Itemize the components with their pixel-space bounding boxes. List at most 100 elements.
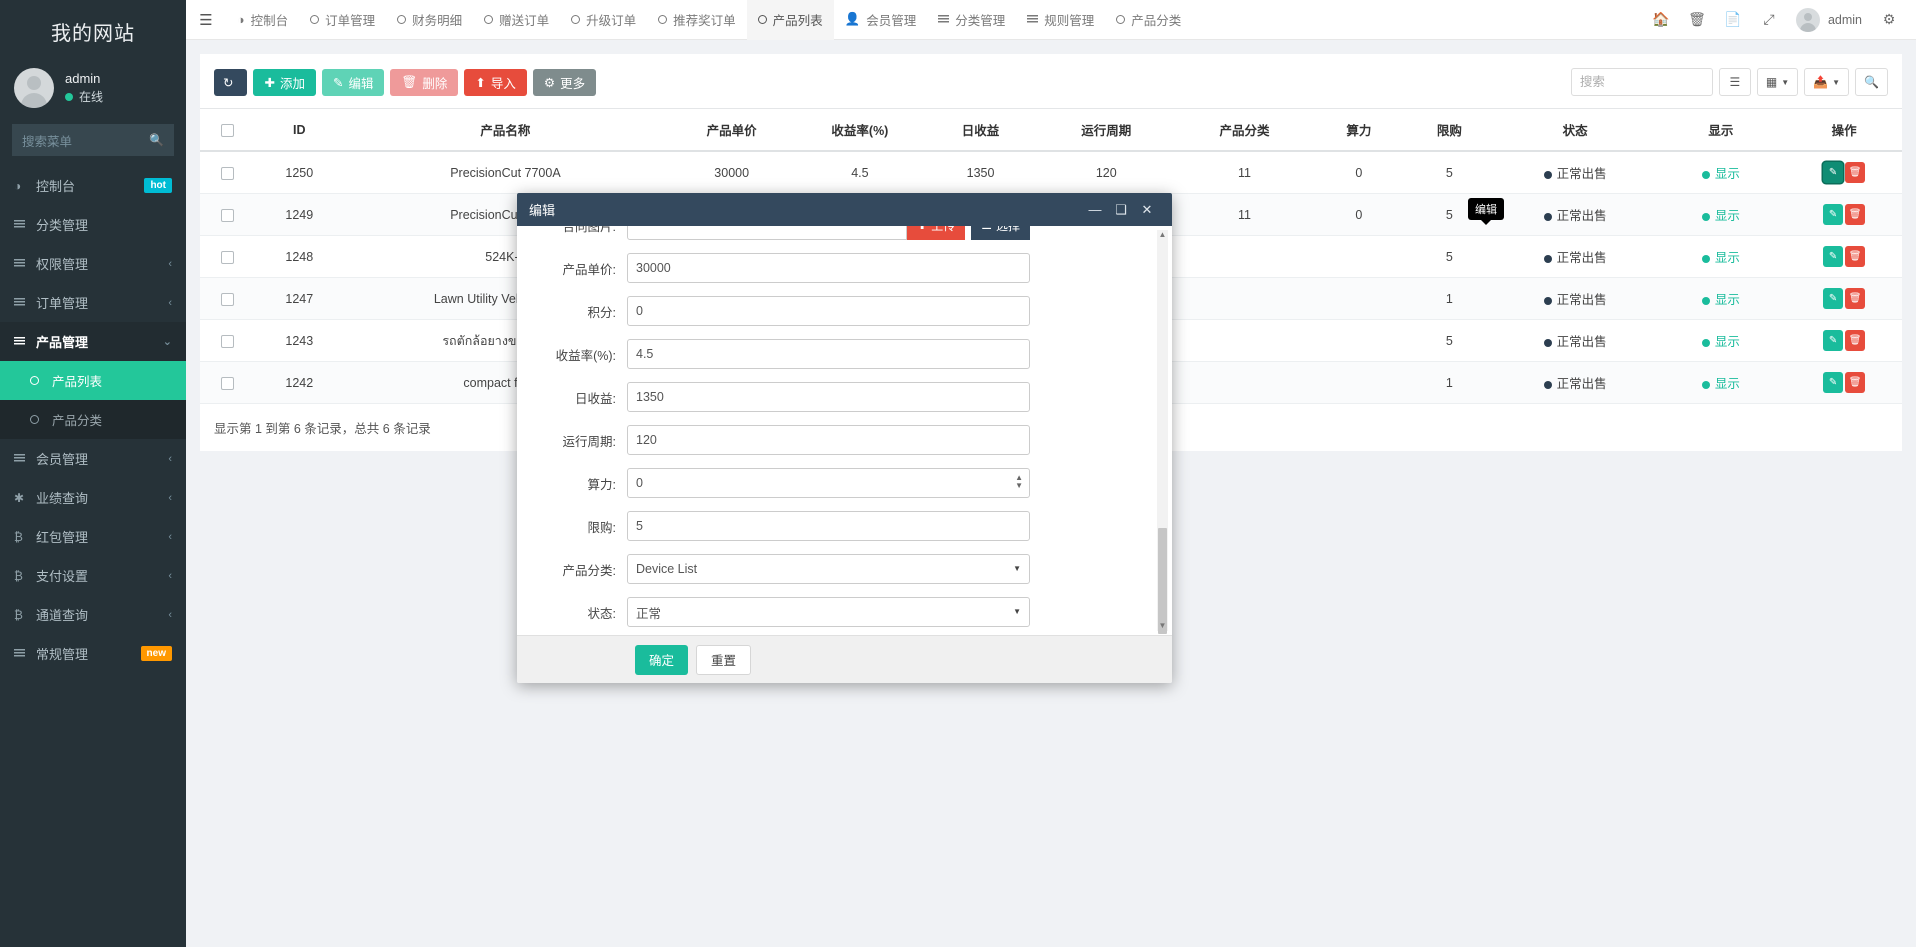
- row-select-cell[interactable]: [200, 362, 255, 404]
- export-icon[interactable]: 📤▼: [1804, 68, 1849, 96]
- text-input[interactable]: [627, 296, 1030, 326]
- row-edit-button[interactable]: ✎: [1823, 372, 1843, 393]
- text-input[interactable]: [627, 511, 1030, 541]
- row-checkbox[interactable]: [221, 293, 234, 306]
- sidebar-item-12[interactable]: 常规管理new: [0, 634, 186, 673]
- modal-reset-button[interactable]: 重置: [696, 645, 751, 675]
- tab-9[interactable]: 规则管理: [1016, 0, 1105, 40]
- row-delete-button[interactable]: 🗑: [1845, 204, 1865, 225]
- tab-2[interactable]: 财务明细: [386, 0, 473, 40]
- select-value-input[interactable]: [627, 597, 1030, 627]
- delete-button[interactable]: 🗑 删除: [390, 69, 458, 96]
- upload-path-input[interactable]: [627, 226, 907, 240]
- select-value-input[interactable]: [627, 554, 1030, 584]
- row-edit-button[interactable]: ✎: [1823, 288, 1843, 309]
- scroll-up-icon[interactable]: ▲: [1157, 230, 1168, 240]
- sidebar-item-4[interactable]: 产品管理⌄: [0, 322, 186, 361]
- tab-4[interactable]: 升级订单: [560, 0, 647, 40]
- tab-1[interactable]: 订单管理: [299, 0, 386, 40]
- sidebar-item-5[interactable]: 产品列表: [0, 361, 186, 400]
- upload-button[interactable]: ⬆上传: [907, 226, 965, 240]
- sidebar-item-0[interactable]: ◑控制台hot: [0, 166, 186, 205]
- add-button[interactable]: ✚ 添加: [253, 69, 316, 96]
- sidebar-item-6[interactable]: 产品分类: [0, 400, 186, 439]
- sidebar-search-input[interactable]: 搜索菜单 🔍: [12, 124, 174, 156]
- row-delete-button[interactable]: 🗑: [1845, 372, 1865, 393]
- cell-power-label: 0: [1355, 166, 1362, 180]
- refresh-button[interactable]: ↻: [214, 69, 247, 96]
- row-select-cell[interactable]: [200, 236, 255, 278]
- select-file-button[interactable]: ☰选择: [971, 226, 1030, 240]
- tab-10[interactable]: 产品分类: [1105, 0, 1192, 40]
- grid-icon[interactable]: ▦▼: [1757, 68, 1798, 96]
- search-icon[interactable]: 🔍: [149, 133, 164, 147]
- text-input[interactable]: [627, 425, 1030, 455]
- columns-icon[interactable]: ☰: [1719, 68, 1751, 96]
- hamburger-icon[interactable]: ☰: [186, 11, 226, 29]
- text-input[interactable]: [627, 253, 1030, 283]
- fullscreen-icon[interactable]: ⤢: [1752, 0, 1786, 40]
- search-icon[interactable]: 🔍: [1855, 68, 1888, 96]
- sidebar-item-3[interactable]: 订单管理‹: [0, 283, 186, 322]
- scroll-down-icon[interactable]: ▼: [1157, 621, 1168, 631]
- tab-3[interactable]: 赠送订单: [473, 0, 560, 40]
- cell-status: 正常出售: [1495, 236, 1656, 278]
- search-input[interactable]: [1571, 68, 1713, 96]
- close-icon[interactable]: ✕: [1134, 202, 1160, 218]
- trash-icon[interactable]: 🗑: [1680, 0, 1714, 40]
- row-select-cell[interactable]: [200, 320, 255, 362]
- table-row[interactable]: 1250PrecisionCut 7700A300004.51350120110…: [200, 151, 1902, 194]
- row-delete-button[interactable]: 🗑: [1845, 330, 1865, 351]
- tab-5[interactable]: 推荐奖订单: [647, 0, 747, 40]
- sidebar-user[interactable]: admin 在线: [0, 62, 186, 122]
- number-input[interactable]: [627, 468, 1030, 498]
- cell-limit-label: 1: [1446, 292, 1453, 306]
- sidebar-item-10[interactable]: ₿支付设置‹: [0, 556, 186, 595]
- spinner-icon[interactable]: ▲▼: [1015, 474, 1023, 490]
- text-input[interactable]: [627, 339, 1030, 369]
- sidebar-item-8[interactable]: ✱业绩查询‹: [0, 478, 186, 517]
- tab-8[interactable]: 分类管理: [927, 0, 1016, 40]
- import-button[interactable]: ⬆ 导入: [464, 69, 527, 96]
- row-edit-button[interactable]: ✎: [1823, 246, 1843, 267]
- select-all-checkbox[interactable]: [221, 124, 234, 137]
- gear-icon[interactable]: ⚙: [1872, 0, 1906, 40]
- cell-name-label: PrecisionCut 7700A: [450, 166, 560, 180]
- row-edit-button[interactable]: ✎: [1823, 162, 1843, 183]
- tab-0[interactable]: ◑控制台: [226, 0, 299, 40]
- sidebar-item-7[interactable]: 会员管理‹: [0, 439, 186, 478]
- row-checkbox[interactable]: [221, 167, 234, 180]
- maximize-icon[interactable]: ❑: [1108, 202, 1134, 218]
- minimize-icon[interactable]: —: [1082, 202, 1108, 217]
- sidebar-item-11[interactable]: ₿通道查询‹: [0, 595, 186, 634]
- scrollbar-thumb[interactable]: [1158, 528, 1167, 634]
- row-delete-button[interactable]: 🗑: [1845, 246, 1865, 267]
- tab-6[interactable]: 产品列表: [747, 0, 834, 40]
- modal-scrollbar[interactable]: ▲ ▼: [1157, 230, 1168, 631]
- modal-confirm-button[interactable]: 确定: [635, 645, 688, 675]
- sidebar-item-9[interactable]: ₿红包管理‹: [0, 517, 186, 556]
- row-checkbox[interactable]: [221, 335, 234, 348]
- row-delete-button[interactable]: 🗑: [1845, 288, 1865, 309]
- sidebar-item-1[interactable]: 分类管理: [0, 205, 186, 244]
- edit-button[interactable]: ✎ 编辑: [322, 69, 385, 96]
- row-select-cell[interactable]: [200, 194, 255, 236]
- row-select-cell[interactable]: [200, 151, 255, 194]
- sidebar-item-2[interactable]: 权限管理‹: [0, 244, 186, 283]
- row-delete-button[interactable]: 🗑: [1845, 162, 1865, 183]
- select-all-header[interactable]: [200, 109, 255, 152]
- row-edit-button[interactable]: ✎: [1823, 204, 1843, 225]
- home-icon[interactable]: 🏠: [1644, 0, 1678, 40]
- tab-label: 财务明细: [412, 10, 462, 29]
- row-checkbox[interactable]: [221, 209, 234, 222]
- row-edit-button[interactable]: ✎: [1823, 330, 1843, 351]
- top-user-menu[interactable]: admin: [1788, 8, 1870, 32]
- row-checkbox[interactable]: [221, 251, 234, 264]
- row-select-cell[interactable]: [200, 278, 255, 320]
- copy-icon[interactable]: 📄: [1716, 0, 1750, 40]
- text-input[interactable]: [627, 382, 1030, 412]
- more-button[interactable]: ⚙ 更多: [533, 69, 596, 96]
- row-checkbox[interactable]: [221, 377, 234, 390]
- tab-7[interactable]: 👤会员管理: [834, 0, 928, 40]
- cell-limit: 1: [1404, 278, 1495, 320]
